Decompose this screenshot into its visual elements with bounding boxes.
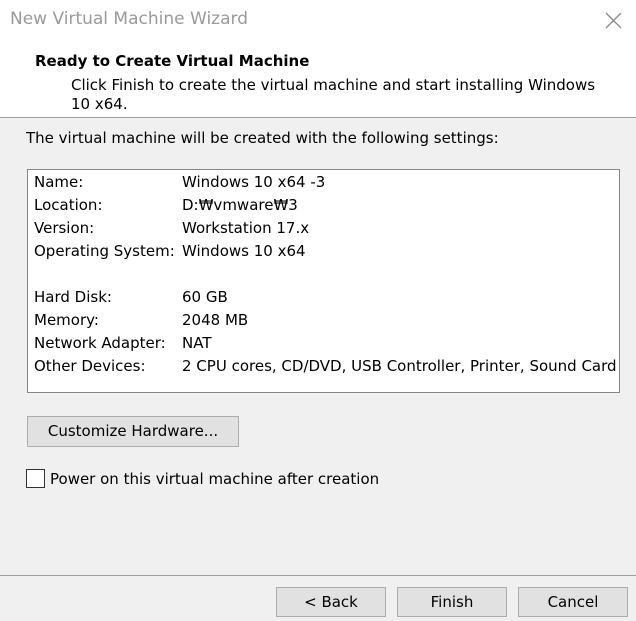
summary-value: 2 CPU cores, CD/DVD, USB Controller, Pri… <box>182 357 617 375</box>
summary-label: Memory: <box>34 311 99 329</box>
summary-label: Name: <box>34 173 84 191</box>
summary-value: D:₩vmware₩3 <box>182 196 298 214</box>
close-button[interactable] <box>596 4 630 36</box>
summary-value: 60 GB <box>182 288 228 306</box>
cancel-button[interactable]: Cancel <box>518 587 628 617</box>
settings-summary: Name: Windows 10 x64 -3 Location: D:₩vmw… <box>27 169 620 393</box>
summary-label: Hard Disk: <box>34 288 112 306</box>
summary-value: 2048 MB <box>182 311 249 329</box>
settings-intro-text: The virtual machine will be created with… <box>26 129 499 147</box>
page-description: Click Finish to create the virtual machi… <box>71 76 596 113</box>
window-title: New Virtual Machine Wizard <box>10 9 248 29</box>
summary-label: Operating System: <box>34 242 175 260</box>
footer-divider <box>0 575 636 576</box>
finish-button[interactable]: Finish <box>397 587 507 617</box>
summary-value: Windows 10 x64 -3 <box>182 173 326 191</box>
summary-label: Network Adapter: <box>34 334 166 352</box>
summary-label: Location: <box>34 196 103 214</box>
summary-value: NAT <box>182 334 212 352</box>
summary-value: Workstation 17.x <box>182 219 310 237</box>
power-on-label[interactable]: Power on this virtual machine after crea… <box>50 469 379 489</box>
summary-label: Other Devices: <box>34 357 146 375</box>
customize-hardware-button[interactable]: Customize Hardware... <box>27 416 239 447</box>
back-button[interactable]: < Back <box>276 587 386 617</box>
power-on-checkbox[interactable] <box>26 469 45 488</box>
close-icon <box>605 12 622 29</box>
title-bar: New Virtual Machine Wizard <box>0 0 636 42</box>
summary-value: Windows 10 x64 <box>182 242 306 260</box>
page-title: Ready to Create Virtual Machine <box>35 52 310 70</box>
summary-label: Version: <box>34 219 95 237</box>
wizard-header: Ready to Create Virtual Machine Click Fi… <box>0 42 636 118</box>
